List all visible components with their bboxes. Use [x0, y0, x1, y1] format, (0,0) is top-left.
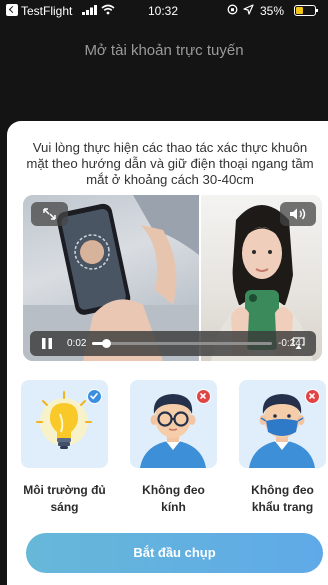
- clock: 10:32: [148, 4, 179, 18]
- battery-icon: [294, 5, 318, 16]
- requirement-label-lighting: Môi trường đủ sáng: [23, 483, 106, 514]
- current-time: 0:02: [67, 338, 87, 349]
- battery-percent: 35%: [260, 4, 285, 18]
- back-to-app-icon[interactable]: [6, 4, 18, 16]
- requirement-card-no-glasses: [130, 380, 217, 468]
- status-bar: TestFlight 10:32 35%: [0, 0, 328, 22]
- expand-icon: [43, 208, 56, 220]
- airplay-icon[interactable]: [292, 337, 305, 349]
- pause-icon[interactable]: [42, 338, 52, 349]
- cross-icon: [200, 393, 206, 399]
- video-controls: 0:02 -0:24: [30, 331, 316, 356]
- back-app-name[interactable]: TestFlight: [21, 4, 72, 18]
- requirement-label-no-glasses: Không đeo kính: [142, 483, 205, 514]
- video-scrubber-handle[interactable]: [101, 339, 111, 348]
- location-arrow-icon: [243, 4, 254, 15]
- start-capture-button[interactable]: Bắt đầu chụp: [26, 533, 323, 573]
- expand-button[interactable]: [31, 202, 68, 226]
- requirement-card-lighting: [21, 380, 108, 468]
- volume-button[interactable]: [280, 202, 316, 226]
- requirement-card-no-mask: [239, 380, 326, 468]
- requirement-label-no-mask: Không đeo khẩu trang: [251, 483, 314, 514]
- page-title: Mở tài khoản trực tuyến: [84, 42, 244, 59]
- video-progress-bar[interactable]: [92, 339, 272, 348]
- cross-icon: [309, 393, 315, 399]
- instruction-text: Vui lòng thực hiện các thao tác xác thực…: [26, 140, 314, 187]
- rotation-lock-icon: [227, 4, 238, 15]
- wifi-icon: [101, 4, 115, 15]
- cellular-signal-icon: [82, 5, 97, 15]
- speaker-icon: [290, 208, 306, 220]
- status-badge-not-allowed: [305, 389, 320, 404]
- checkmark-icon: [90, 393, 98, 400]
- status-badge-ok: [87, 389, 102, 404]
- status-badge-not-allowed: [196, 389, 211, 404]
